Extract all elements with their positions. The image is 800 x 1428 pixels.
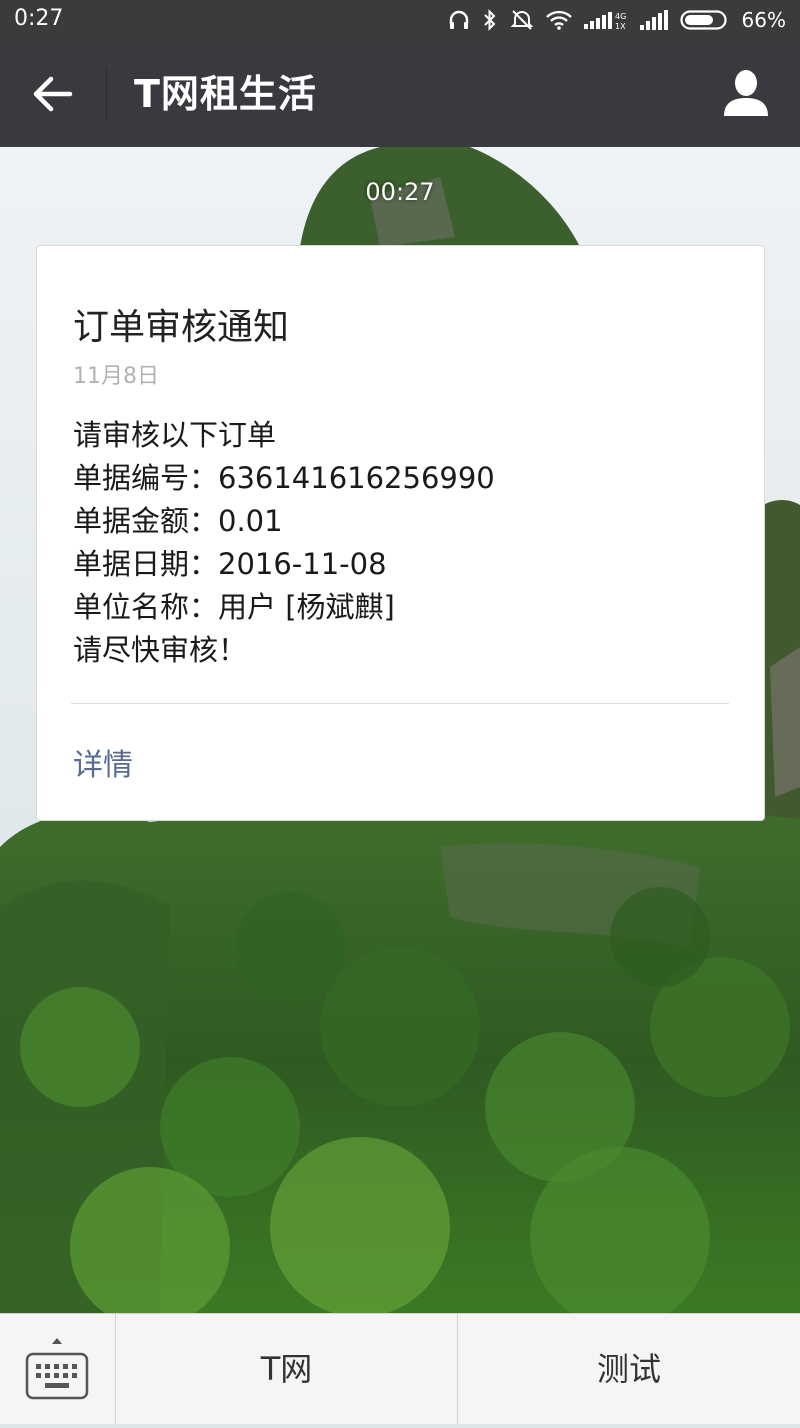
title-divider (106, 68, 107, 120)
card-divider (71, 703, 729, 704)
order-date-line: 单据日期：2016-11-08 (73, 547, 387, 581)
battery-icon (679, 9, 730, 31)
person-icon (722, 70, 770, 124)
svg-text:1X: 1X (615, 22, 626, 31)
status-icons: 4G 1X 66% (448, 6, 786, 34)
bottom-menu-bar: T网 测试 (0, 1313, 800, 1424)
headphones-icon (448, 9, 470, 31)
order-number-line: 单据编号：636141616256990 (73, 461, 495, 495)
back-button[interactable] (26, 68, 82, 120)
template-message-card[interactable]: 订单审核通知 11月8日 请审核以下订单 单据编号：63614161625699… (36, 245, 765, 821)
message-line: 请尽快审核！ (73, 633, 248, 667)
message-line: 请审核以下订单 (73, 418, 277, 452)
arrow-left-icon (26, 76, 82, 124)
mute-icon (510, 9, 534, 31)
bluetooth-icon (482, 9, 498, 31)
page-title: T网租生活 (134, 72, 317, 116)
company-name-line: 单位名称：用户 [杨斌麒] (73, 590, 395, 624)
message-title: 订单审核通知 (73, 307, 290, 348)
order-amount-line: 单据金额：0.01 (73, 504, 283, 538)
keyboard-icon (0, 1338, 115, 1428)
wifi-icon (545, 10, 572, 30)
menu-item-t-net[interactable]: T网 (116, 1314, 457, 1424)
message-timestamp: 00:27 (365, 178, 435, 206)
status-bar: 0:27 4G 1X 66% (0, 0, 800, 40)
keyboard-toggle-button[interactable] (0, 1314, 115, 1424)
signal-4g-icon: 4G 1X (583, 9, 628, 31)
battery-level: 66% (741, 8, 786, 32)
menu-item-test[interactable]: 测试 (458, 1314, 800, 1424)
signal-icon (639, 10, 668, 30)
profile-button[interactable] (722, 68, 770, 120)
title-bar: T网租生活 (0, 40, 800, 147)
detail-link[interactable]: 详情 (73, 740, 133, 784)
svg-text:4G: 4G (615, 12, 626, 21)
message-date: 11月8日 (73, 364, 159, 389)
message-body: 请审核以下订单 单据编号：636141616256990 单据金额：0.01 单… (73, 414, 733, 672)
status-time: 0:27 (14, 6, 64, 31)
